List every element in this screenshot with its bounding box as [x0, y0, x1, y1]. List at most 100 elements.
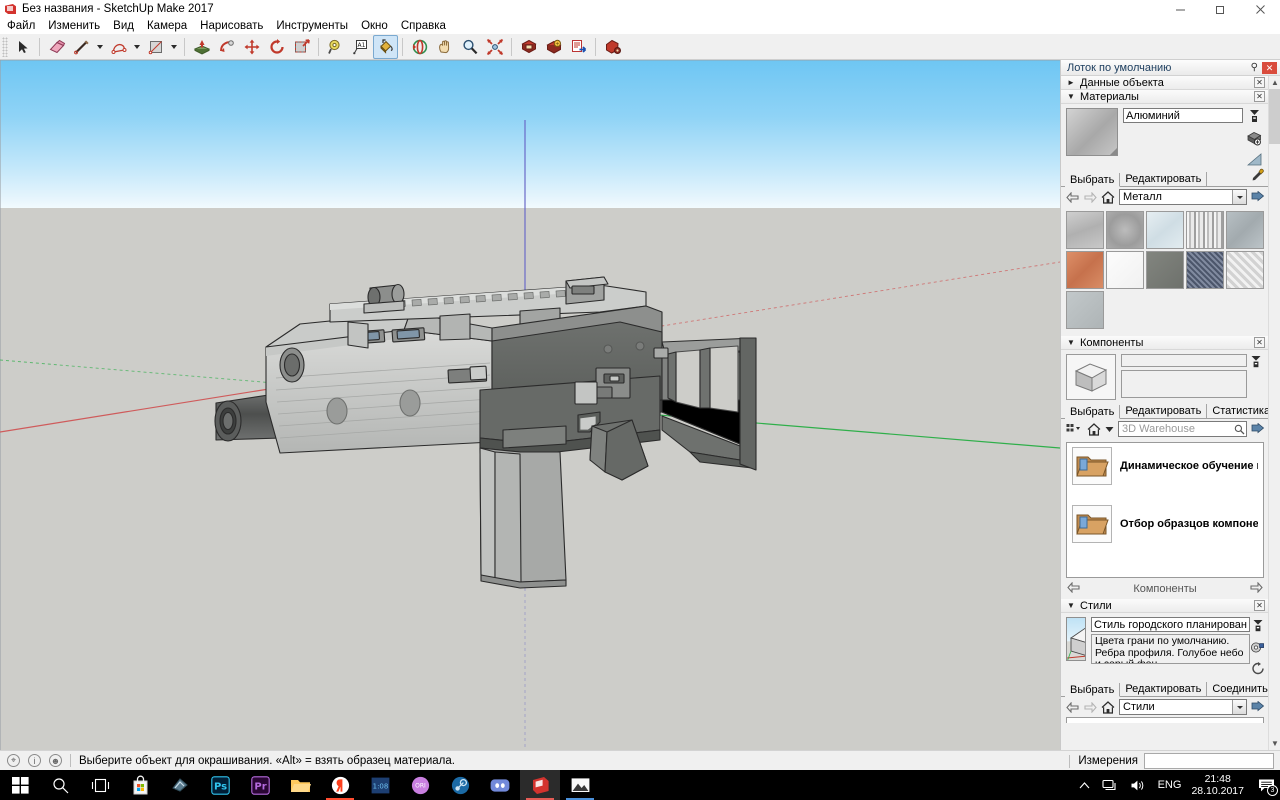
tape-measure-tool[interactable]	[323, 35, 348, 59]
paint-bucket-tool[interactable]	[373, 35, 398, 59]
notification-icon[interactable]: 3	[1252, 770, 1280, 800]
origin-button[interactable]: ORI	[400, 770, 440, 800]
close-button[interactable]	[1240, 0, 1280, 18]
arrow-left-icon[interactable]	[1065, 700, 1079, 714]
section-materials[interactable]: ▼ Материалы ✕	[1061, 90, 1269, 104]
details-arrow-icon[interactable]	[1251, 700, 1265, 714]
material-swatch[interactable]	[1066, 211, 1104, 249]
scale-tool[interactable]	[289, 35, 314, 59]
scene-prev-tool[interactable]	[516, 35, 541, 59]
close-icon[interactable]: ✕	[1254, 600, 1265, 611]
list-item[interactable]: Динамическое обучение ком…	[1067, 443, 1263, 489]
menu-draw[interactable]: Нарисовать	[200, 20, 271, 32]
menu-view[interactable]: Вид	[113, 20, 142, 32]
arrow-right-icon[interactable]	[1250, 582, 1263, 596]
arc-tool[interactable]	[106, 35, 131, 59]
line-tool[interactable]	[69, 35, 94, 59]
create-material-icon[interactable]	[1247, 131, 1262, 149]
line-tool-dropdown[interactable]	[94, 35, 106, 59]
material-swatch[interactable]	[1066, 291, 1104, 329]
display-secondary-icon[interactable]	[1247, 153, 1262, 169]
rectangle-tool-dropdown[interactable]	[168, 35, 180, 59]
arc-tool-dropdown[interactable]	[131, 35, 143, 59]
menu-window[interactable]: Окно	[361, 20, 396, 32]
menu-help[interactable]: Справка	[401, 20, 454, 32]
photos-button[interactable]	[560, 770, 600, 800]
component-name-input[interactable]	[1121, 354, 1247, 367]
sketchup-running-button[interactable]	[520, 770, 560, 800]
export-tool[interactable]	[566, 35, 591, 59]
pin-icon[interactable]: ⚲	[1251, 62, 1258, 73]
close-icon[interactable]: ✕	[1254, 337, 1265, 348]
arrow-right-icon[interactable]	[1083, 190, 1097, 204]
3d-model-viewport[interactable]	[0, 60, 1060, 750]
status-geo-icon[interactable]: ⌖	[7, 754, 20, 767]
file-explorer-button[interactable]	[280, 770, 320, 800]
tab-styles-edit[interactable]: Редактировать	[1120, 682, 1207, 696]
close-icon[interactable]: ✕	[1254, 91, 1265, 102]
tab-components-stats[interactable]: Статистика	[1207, 404, 1276, 418]
menu-file[interactable]: Файл	[7, 20, 43, 32]
eyedropper-icon[interactable]	[1251, 168, 1265, 185]
set-material-icon[interactable]	[1248, 109, 1261, 127]
details-arrow-icon[interactable]	[1251, 422, 1265, 436]
toolbar-grip[interactable]	[2, 37, 8, 57]
tab-styles-select[interactable]: Выбрать	[1065, 683, 1120, 697]
orbit-tool[interactable]	[407, 35, 432, 59]
maximize-button[interactable]	[1200, 0, 1240, 18]
style-preview-icon[interactable]	[1066, 617, 1086, 661]
extension-warehouse-tool[interactable]	[600, 35, 625, 59]
scrollbar-thumb[interactable]	[1269, 89, 1280, 144]
home-icon[interactable]	[1101, 700, 1115, 714]
scene-next-tool[interactable]: +	[541, 35, 566, 59]
network-icon[interactable]	[1096, 779, 1124, 792]
chevron-up-icon[interactable]	[1073, 781, 1096, 790]
material-swatch[interactable]	[1226, 211, 1264, 249]
tab-styles-mix[interactable]: Соединить	[1207, 682, 1274, 696]
view-options-icon[interactable]	[1065, 422, 1083, 436]
photoshop-button[interactable]: Ps	[200, 770, 240, 800]
chevron-down-icon[interactable]	[1232, 190, 1246, 204]
zoom-tool[interactable]	[457, 35, 482, 59]
material-preview-swatch[interactable]	[1066, 108, 1118, 156]
arrow-right-icon[interactable]	[1083, 700, 1097, 714]
tab-components-edit[interactable]: Редактировать	[1120, 404, 1207, 418]
yandex-browser-button[interactable]	[320, 770, 360, 800]
material-swatch[interactable]	[1146, 251, 1184, 289]
material-swatch[interactable]	[1186, 211, 1224, 249]
details-arrow-icon[interactable]	[1251, 190, 1265, 204]
pushpull-tool[interactable]	[189, 35, 214, 59]
text-tool[interactable]: A1	[348, 35, 373, 59]
material-swatch[interactable]	[1066, 251, 1104, 289]
component-description-input[interactable]	[1121, 370, 1247, 398]
chevron-down-icon[interactable]	[1232, 700, 1246, 714]
followme-tool[interactable]	[214, 35, 239, 59]
material-name-input[interactable]: Алюминий	[1123, 108, 1243, 123]
status-person-icon[interactable]: ☻	[49, 754, 62, 767]
pan-tool[interactable]	[432, 35, 457, 59]
move-tool[interactable]	[239, 35, 264, 59]
material-swatch[interactable]	[1106, 251, 1144, 289]
zoom-extents-tool[interactable]	[482, 35, 507, 59]
close-icon[interactable]: ✕	[1254, 77, 1265, 88]
tab-materials-edit[interactable]: Редактировать	[1120, 172, 1207, 186]
steam-button[interactable]	[440, 770, 480, 800]
list-item[interactable]: Отбор образцов компонентов	[1067, 501, 1263, 547]
minimize-button[interactable]	[1160, 0, 1200, 18]
language-indicator[interactable]: ENG	[1152, 779, 1188, 791]
scroll-down-icon[interactable]: ▼	[1269, 737, 1280, 750]
arrow-left-icon[interactable]	[1067, 582, 1080, 596]
menu-edit[interactable]: Изменить	[48, 20, 108, 32]
clock[interactable]: 21:48 28.10.2017	[1187, 773, 1252, 797]
tray-close-button[interactable]: ✕	[1262, 62, 1277, 74]
components-list[interactable]: Динамическое обучение ком… Отбор образцо…	[1066, 442, 1264, 578]
microsoft-store-button[interactable]	[120, 770, 160, 800]
create-style-icon[interactable]	[1250, 641, 1265, 657]
set-style-icon[interactable]	[1252, 619, 1264, 636]
search-icon[interactable]	[1232, 422, 1246, 436]
status-info-icon[interactable]: i	[28, 754, 41, 767]
select-tool[interactable]	[10, 35, 35, 59]
section-components[interactable]: ▼ Компоненты ✕	[1061, 336, 1269, 350]
model-canvas[interactable]	[0, 60, 1060, 750]
start-button[interactable]	[0, 770, 40, 800]
